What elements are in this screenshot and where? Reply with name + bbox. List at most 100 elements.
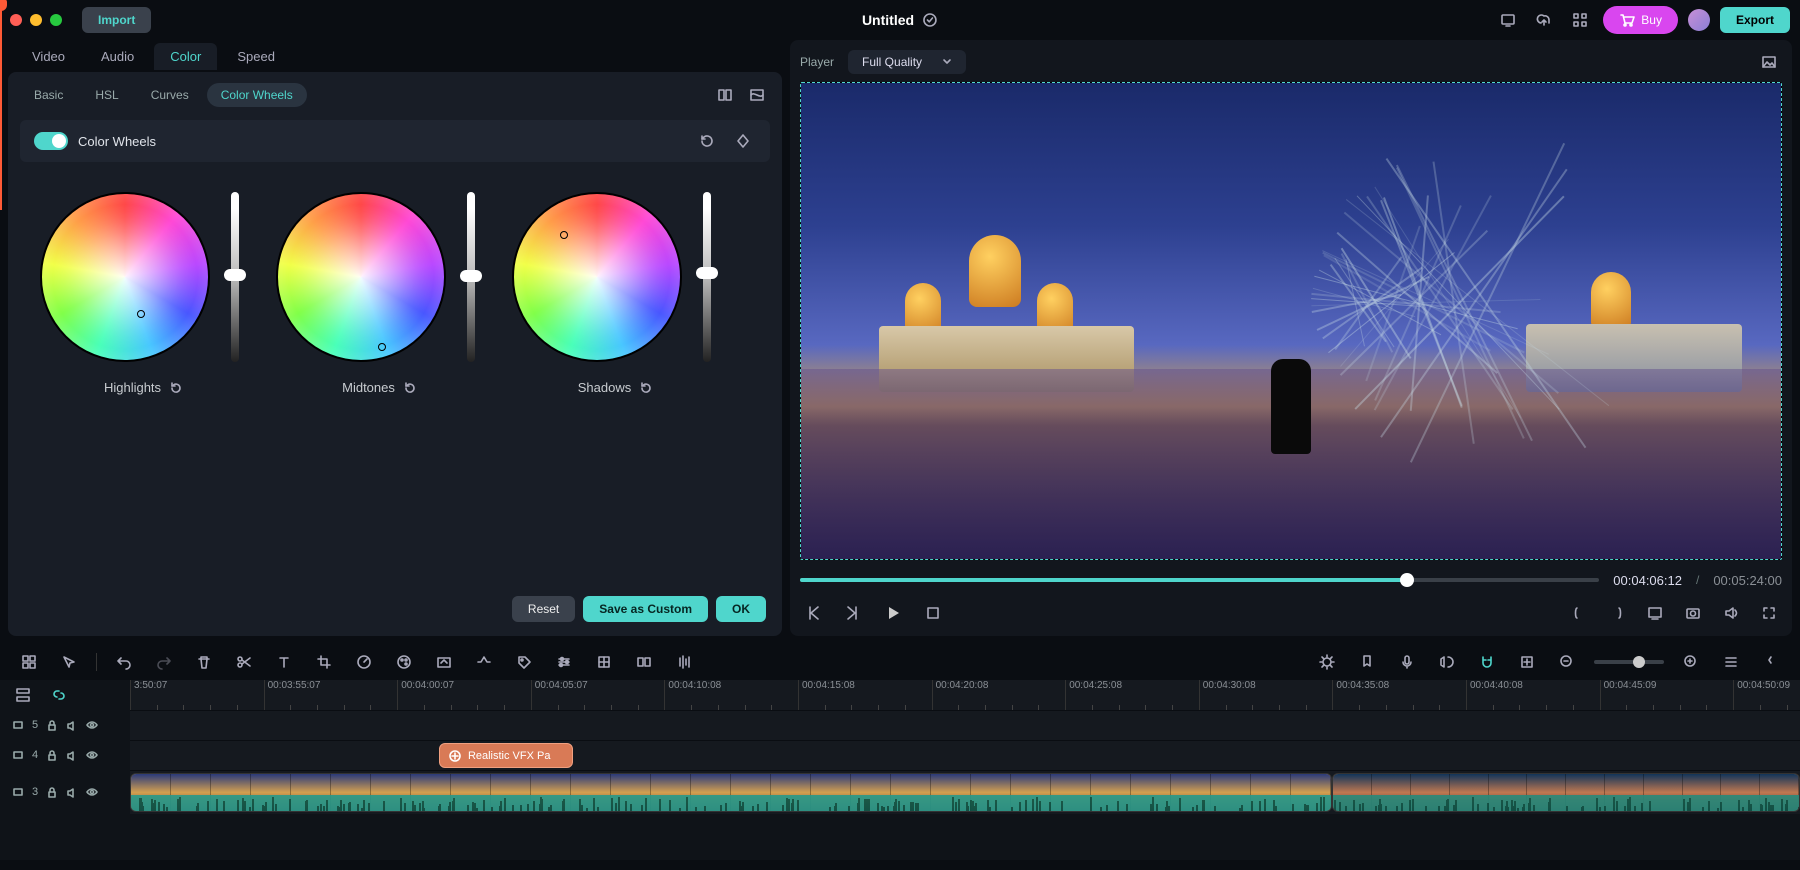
ok-button[interactable]: OK <box>716 596 766 622</box>
eye-icon[interactable] <box>86 786 98 798</box>
sub-tab-color-wheels[interactable]: Color Wheels <box>207 83 307 107</box>
color-wheel-shadows[interactable] <box>512 192 682 362</box>
clip-video-main[interactable] <box>130 773 1332 812</box>
time-total: 00:05:24:00 <box>1713 573 1782 588</box>
color-wheels-toggle[interactable] <box>34 132 68 150</box>
mark-in-icon[interactable] <box>1566 600 1592 626</box>
display-icon[interactable] <box>1495 7 1521 33</box>
reset-section-icon[interactable] <box>694 128 720 154</box>
speed-icon[interactable] <box>351 649 377 675</box>
color-wheel-highlights[interactable] <box>40 192 210 362</box>
marker-tool-icon[interactable] <box>1354 649 1380 675</box>
save-custom-button[interactable]: Save as Custom <box>583 596 708 622</box>
tag-icon[interactable] <box>511 649 537 675</box>
green-screen-icon[interactable] <box>431 649 457 675</box>
main-tab-color[interactable]: Color <box>154 43 217 70</box>
scrub-track[interactable] <box>800 578 1599 582</box>
mark-out-icon[interactable] <box>1604 600 1630 626</box>
sub-tab-basic[interactable]: Basic <box>20 83 77 107</box>
mute-icon[interactable] <box>66 749 78 761</box>
quality-select[interactable]: Full Quality <box>848 50 966 74</box>
scope-icon[interactable] <box>744 82 770 108</box>
magnetic-icon[interactable] <box>1474 649 1500 675</box>
track-body[interactable] <box>130 770 1800 814</box>
maximize-window-icon[interactable] <box>50 14 62 26</box>
intensity-slider-highlights[interactable] <box>224 192 246 362</box>
eye-icon[interactable] <box>86 719 98 731</box>
compare-view-icon[interactable] <box>712 82 738 108</box>
auto-icon[interactable] <box>1314 649 1340 675</box>
play-button[interactable] <box>880 600 906 626</box>
crop-tool-icon[interactable] <box>311 649 337 675</box>
intensity-slider-midtones[interactable] <box>460 192 482 362</box>
split-icon[interactable] <box>231 649 257 675</box>
layout-icon[interactable] <box>16 649 42 675</box>
stop-button[interactable] <box>920 600 946 626</box>
mute-icon[interactable] <box>66 719 78 731</box>
transition-icon[interactable] <box>631 649 657 675</box>
snapshot-settings-icon[interactable] <box>1756 49 1782 75</box>
keyframe-tool-icon[interactable] <box>471 649 497 675</box>
more-icon[interactable] <box>1758 649 1784 675</box>
minimize-window-icon[interactable] <box>30 14 42 26</box>
close-window-icon[interactable] <box>10 14 22 26</box>
window-controls[interactable] <box>10 14 62 26</box>
apps-grid-icon[interactable] <box>1567 7 1593 33</box>
adjust-icon[interactable] <box>551 649 577 675</box>
intensity-slider-shadows[interactable] <box>696 192 718 362</box>
scrub-thumb[interactable] <box>1400 573 1414 587</box>
track-height-icon[interactable] <box>1718 649 1744 675</box>
track-body[interactable]: Realistic VFX Pa <box>130 740 1800 770</box>
color-wheel-midtones[interactable] <box>276 192 446 362</box>
user-avatar[interactable] <box>1688 9 1710 31</box>
zoom-in-icon[interactable] <box>1678 649 1704 675</box>
lock-icon[interactable] <box>46 749 58 761</box>
mute-icon[interactable] <box>66 786 78 798</box>
reset-wheel-icon[interactable] <box>169 381 182 394</box>
text-tool-icon[interactable] <box>271 649 297 675</box>
fullscreen-icon[interactable] <box>1756 600 1782 626</box>
clip-video-b[interactable] <box>1332 773 1800 812</box>
reset-wheel-icon[interactable] <box>639 381 652 394</box>
track-body[interactable] <box>130 710 1800 740</box>
reset-button[interactable]: Reset <box>512 596 575 622</box>
zoom-slider[interactable] <box>1594 660 1664 664</box>
ruler-mark: 00:04:00:07 <box>397 680 454 710</box>
marker-add-icon[interactable] <box>1514 649 1540 675</box>
reset-wheel-icon[interactable] <box>403 381 416 394</box>
sub-tab-hsl[interactable]: HSL <box>81 83 132 107</box>
undo-icon[interactable] <box>111 649 137 675</box>
preview-viewport[interactable] <box>800 82 1782 560</box>
time-separator: / <box>1696 573 1699 587</box>
main-tab-audio[interactable]: Audio <box>85 43 150 70</box>
upload-cloud-icon[interactable] <box>1531 7 1557 33</box>
sub-tab-curves[interactable]: Curves <box>137 83 203 107</box>
main-tab-speed[interactable]: Speed <box>221 43 291 70</box>
track-manager-icon[interactable] <box>10 682 36 708</box>
voice-record-icon[interactable] <box>1394 649 1420 675</box>
link-icon[interactable] <box>46 682 72 708</box>
delete-icon[interactable] <box>191 649 217 675</box>
export-button[interactable]: Export <box>1720 7 1790 33</box>
main-tab-video[interactable]: Video <box>16 43 81 70</box>
import-button[interactable]: Import <box>82 7 151 33</box>
buy-button[interactable]: Buy <box>1603 6 1678 34</box>
effects-icon[interactable] <box>591 649 617 675</box>
display-mode-icon[interactable] <box>1642 600 1668 626</box>
select-tool-icon[interactable] <box>56 649 82 675</box>
keyframe-diamond-icon[interactable] <box>730 128 756 154</box>
audio-mixer-icon[interactable] <box>1434 649 1460 675</box>
volume-icon[interactable] <box>1718 600 1744 626</box>
redo-icon[interactable] <box>151 649 177 675</box>
prev-frame-button[interactable] <box>800 600 826 626</box>
color-icon[interactable] <box>391 649 417 675</box>
lock-icon[interactable] <box>46 786 58 798</box>
next-frame-button[interactable] <box>840 600 866 626</box>
clip-effect[interactable]: Realistic VFX Pa <box>439 743 573 768</box>
lock-icon[interactable] <box>46 719 58 731</box>
snapshot-icon[interactable] <box>1680 600 1706 626</box>
zoom-out-icon[interactable] <box>1554 649 1580 675</box>
eye-icon[interactable] <box>86 749 98 761</box>
wheel-label: Shadows <box>578 380 631 395</box>
audio-icon[interactable] <box>671 649 697 675</box>
